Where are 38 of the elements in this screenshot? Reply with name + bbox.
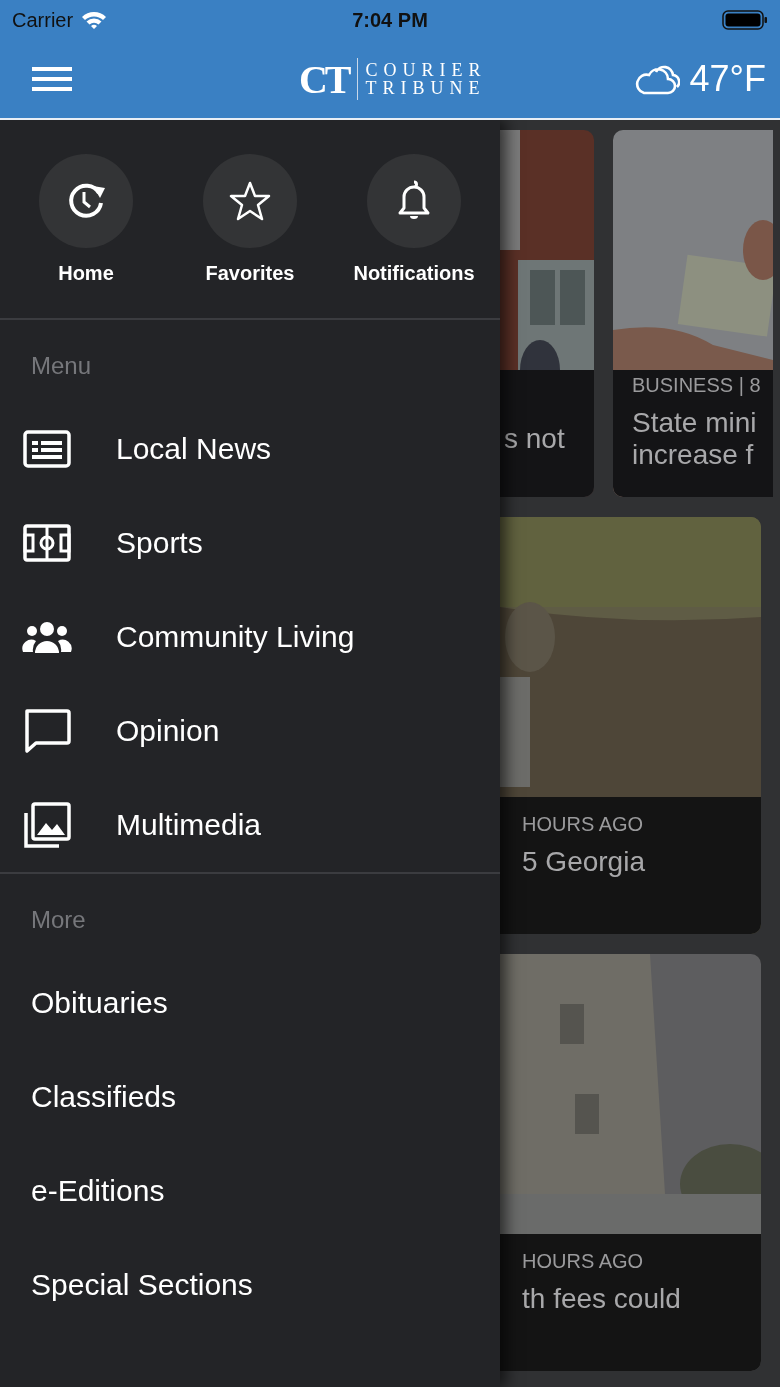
- news-card[interactable]: HOURS AGO th fees could: [500, 954, 761, 1371]
- menu-item[interactable]: Local News: [0, 402, 500, 496]
- news-card[interactable]: s not: [500, 130, 594, 497]
- images-icon: [22, 801, 72, 849]
- news-card[interactable]: HOURS AGO 5 Georgia: [500, 517, 761, 934]
- battery-icon: [722, 10, 768, 30]
- menu-item[interactable]: Special Sections: [0, 1238, 500, 1332]
- menu-icon[interactable]: [32, 65, 72, 93]
- home-button[interactable]: Home: [6, 153, 166, 285]
- menu-item[interactable]: e-Editions: [0, 1144, 500, 1238]
- speech-bubble-icon: [22, 708, 72, 754]
- menu-item[interactable]: Community Living: [0, 590, 500, 684]
- card-category: HOURS AGO: [522, 1250, 645, 1273]
- card-headline: 5 Georgia: [522, 846, 646, 878]
- menu-item[interactable]: Multimedia: [0, 778, 500, 872]
- news-card[interactable]: BUSINESS | 8 State mini increase f: [613, 130, 773, 497]
- card-headline: increase f: [632, 439, 755, 471]
- card-category: BUSINESS | 8: [632, 374, 762, 397]
- status-time: 7:04 PM: [351, 8, 429, 32]
- card-headline: s not: [504, 423, 566, 455]
- notifications-button[interactable]: Notifications: [334, 153, 494, 285]
- card-category: HOURS AGO: [522, 813, 645, 836]
- section-heading: More: [30, 905, 87, 935]
- people-icon: [22, 620, 72, 654]
- menu-item[interactable]: Sports: [0, 496, 500, 590]
- menu-item[interactable]: Opinion: [0, 684, 500, 778]
- card-headline: State mini: [632, 407, 758, 439]
- carrier-label: Carrier: [12, 8, 74, 32]
- cloud-icon: [633, 63, 680, 95]
- menu-item[interactable]: Classifieds: [0, 1050, 500, 1144]
- menu-item[interactable]: Obituaries: [0, 956, 500, 1050]
- card-headline: th fees could: [522, 1283, 682, 1315]
- wifi-icon: [81, 11, 108, 29]
- section-heading: Menu: [30, 351, 93, 381]
- field-icon: [22, 524, 72, 562]
- temperature: 47°F: [689, 58, 766, 100]
- favorites-button[interactable]: Favorites: [170, 153, 330, 285]
- newspaper-icon: [22, 430, 72, 468]
